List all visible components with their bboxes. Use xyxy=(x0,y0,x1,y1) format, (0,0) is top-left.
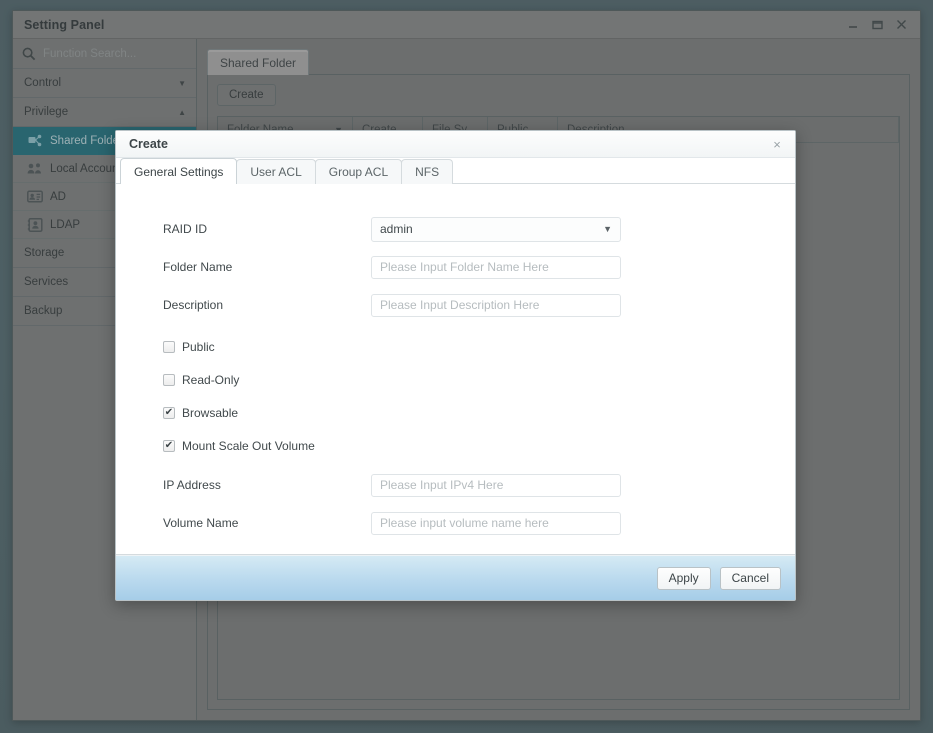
tab-nfs[interactable]: NFS xyxy=(401,159,454,184)
public-label: Public xyxy=(182,339,215,354)
dialog-title-bar: Create × xyxy=(116,131,795,158)
tab-user-acl[interactable]: User ACL xyxy=(236,159,316,184)
tab-general-settings[interactable]: General Settings xyxy=(120,158,238,184)
tab-group-acl[interactable]: Group ACL xyxy=(314,159,403,184)
mount-scale-out-volume-checkbox[interactable] xyxy=(163,439,175,452)
apply-button[interactable]: Apply xyxy=(656,566,711,590)
tab-nfs-label: NFS xyxy=(415,165,440,179)
read-only-label: Read-Only xyxy=(182,372,240,387)
tab-group-acl-label: Group ACL xyxy=(328,165,389,179)
field-row-description: Description xyxy=(116,286,795,324)
general-settings-form: RAID ID admin ▼ Folder Name Description … xyxy=(116,184,795,555)
folder-name-label: Folder Name xyxy=(163,260,233,274)
description-label: Description xyxy=(163,298,224,312)
ip-address-label: IP Address xyxy=(163,478,221,492)
checkbox-row-browsable[interactable]: Browsable xyxy=(116,396,795,429)
tab-user-acl-label: User ACL xyxy=(250,165,302,179)
tab-general-settings-label: General Settings xyxy=(134,164,224,179)
ip-address-input[interactable] xyxy=(371,473,621,497)
checkbox-row-read-only[interactable]: Read-Only xyxy=(116,363,795,396)
folder-name-input[interactable] xyxy=(371,255,621,279)
public-checkbox[interactable] xyxy=(163,340,175,353)
raid-id-select[interactable]: admin ▼ xyxy=(371,216,621,242)
browsable-label: Browsable xyxy=(182,405,239,420)
cancel-button[interactable]: Cancel xyxy=(719,566,781,590)
volume-name-label: Volume Name xyxy=(163,516,239,530)
tab-shared-folder[interactable]: Shared Folder xyxy=(207,49,310,75)
create-dialog: Create × General Settings User ACL Group… xyxy=(115,130,796,601)
chevron-down-icon: ▼ xyxy=(603,224,612,234)
description-input[interactable] xyxy=(371,293,621,317)
field-row-folder-name: Folder Name xyxy=(116,248,795,286)
field-row-ip-address: IP Address xyxy=(116,466,795,504)
raid-id-value: admin xyxy=(380,222,413,236)
mount-scale-out-volume-label: Mount Scale Out Volume xyxy=(182,438,315,453)
raid-id-label: RAID ID xyxy=(163,222,208,236)
browsable-checkbox[interactable] xyxy=(163,406,175,419)
checkbox-row-mount-scale-out-volume[interactable]: Mount Scale Out Volume xyxy=(116,429,795,462)
checkbox-row-public[interactable]: Public xyxy=(116,330,795,363)
field-row-raid-id: RAID ID admin ▼ xyxy=(116,210,795,248)
read-only-checkbox[interactable] xyxy=(163,373,175,386)
close-icon[interactable]: × xyxy=(767,134,787,154)
tab-shared-folder-label: Shared Folder xyxy=(220,55,297,70)
dialog-title: Create xyxy=(129,137,168,151)
dialog-tabstrip: General Settings User ACL Group ACL NFS xyxy=(116,158,795,184)
volume-name-input[interactable] xyxy=(371,511,621,535)
field-row-volume-name: Volume Name xyxy=(116,504,795,542)
dialog-footer: Apply Cancel xyxy=(116,555,795,600)
